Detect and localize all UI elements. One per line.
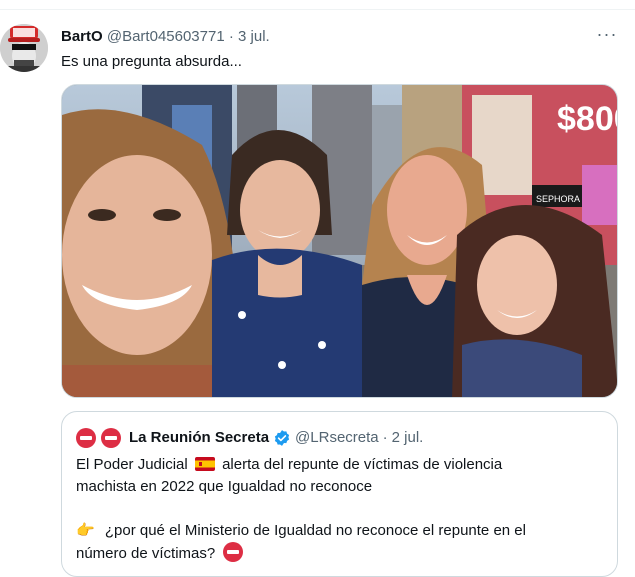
more-options-icon[interactable]: ··· (594, 25, 620, 46)
quoted-line-2: machista en 2022 que Igualdad no reconoc… (76, 478, 373, 495)
backhand-index-pointing-right-icon: 👉 (76, 522, 95, 539)
spain-flag-icon (194, 457, 215, 471)
author-avatar[interactable] (0, 24, 48, 72)
no-entry-icon (101, 428, 121, 448)
quoted-line-1: El Poder Judicial alerta del repunte de … (76, 454, 606, 476)
top-divider (0, 0, 635, 10)
billboard-text: $800 (557, 100, 618, 138)
selfie-photo: $800 SEPHORA (62, 85, 618, 397)
tweet-date[interactable]: 3 jul. (238, 28, 270, 45)
no-entry-icon (223, 542, 244, 562)
avatar-image (0, 24, 48, 72)
quoted-line-3-text: ¿por qué el Ministerio de Igualdad no re… (104, 522, 526, 539)
author-handle[interactable]: @Bart045603771 (107, 28, 225, 45)
quoted-line-1-start: El Poder Judicial (76, 456, 188, 473)
header-separator: · (228, 28, 234, 45)
quoted-line-4: número de víctimas? (76, 542, 606, 565)
quoted-line-1-end: alerta del repunte de víctimas de violen… (222, 456, 503, 473)
store-sign-text: SEPHORA (536, 194, 580, 204)
quoted-date[interactable]: 2 jul. (392, 427, 424, 449)
quoted-line-4-text: número de víctimas? (76, 545, 216, 562)
tweet-header: BartO @Bart045603771 · 3 jul. (61, 27, 270, 47)
quoted-tweet-text: El Poder Judicial alerta del repunte de … (76, 454, 606, 565)
quoted-author-name[interactable]: La Reunión Secreta (129, 427, 269, 449)
tweet-text: Es una pregunta absurda... (61, 53, 242, 70)
author-name[interactable]: BartO (61, 28, 103, 45)
quoted-separator: · (382, 429, 388, 446)
verified-badge-icon (274, 430, 290, 446)
tweet-photo[interactable]: $800 SEPHORA (61, 84, 618, 398)
quoted-tweet[interactable]: La Reunión Secreta @LRsecreta · 2 jul. E… (61, 411, 618, 577)
quoted-author-handle[interactable]: @LRsecreta (295, 427, 379, 449)
no-entry-icon (76, 428, 96, 448)
quoted-line-3: 👉 ¿por qué el Ministerio de Igualdad no … (76, 520, 606, 542)
quoted-tweet-header: La Reunión Secreta @LRsecreta · 2 jul. (76, 427, 423, 449)
